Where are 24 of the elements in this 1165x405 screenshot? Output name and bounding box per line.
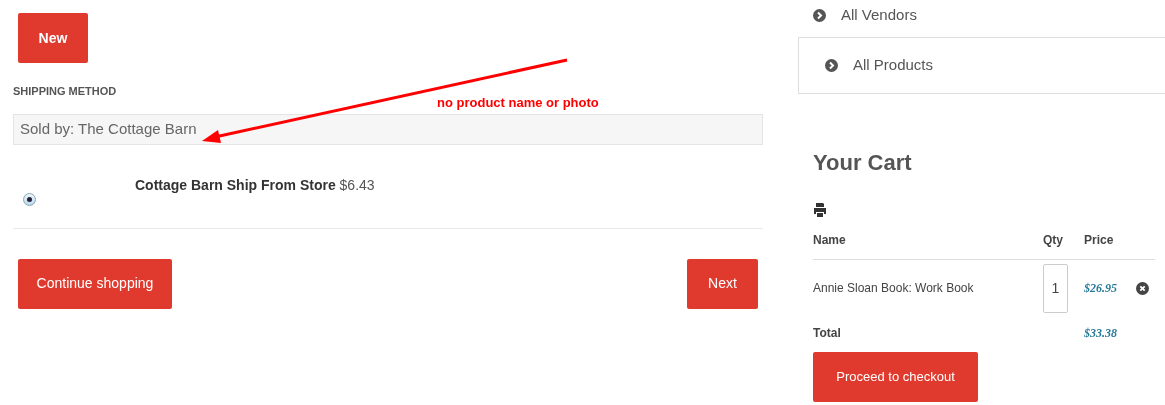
new-button[interactable]: New xyxy=(18,13,88,63)
quantity-field[interactable]: 1 xyxy=(1043,263,1068,313)
vendor-bar: Sold by: The Cottage Barn xyxy=(13,113,763,145)
print-icon[interactable] xyxy=(813,203,827,217)
shipping-option-label: Cottage Barn Ship From Store $6.43 xyxy=(135,175,375,195)
annotation-text: no product name or photo xyxy=(437,94,599,112)
chevron-icon xyxy=(825,59,838,72)
column-header: Name xyxy=(813,232,847,249)
cart-title: Your Cart xyxy=(813,149,913,177)
sidebar-link[interactable]: All Products xyxy=(798,37,1165,94)
sidebar-link[interactable]: All Vendors xyxy=(798,0,1165,30)
column-header: Price xyxy=(1084,232,1115,249)
total-label: Total xyxy=(813,325,842,342)
checkout-button[interactable]: Proceed to checkout xyxy=(813,352,978,402)
section-heading: SHIPPING METHOD xyxy=(13,84,118,99)
remove-icon[interactable] xyxy=(1136,281,1149,295)
chevron-icon xyxy=(813,8,826,22)
total-price: $33.38 xyxy=(1084,325,1117,342)
continue-shopping-button[interactable]: Continue shopping xyxy=(18,258,172,309)
column-header: Qty xyxy=(1043,232,1064,249)
next-button[interactable]: Next xyxy=(687,258,758,309)
product-name: Annie Sloan Book: Work Book xyxy=(813,280,975,297)
radio-button[interactable] xyxy=(23,192,36,206)
product-price: $26.95 xyxy=(1084,280,1118,297)
